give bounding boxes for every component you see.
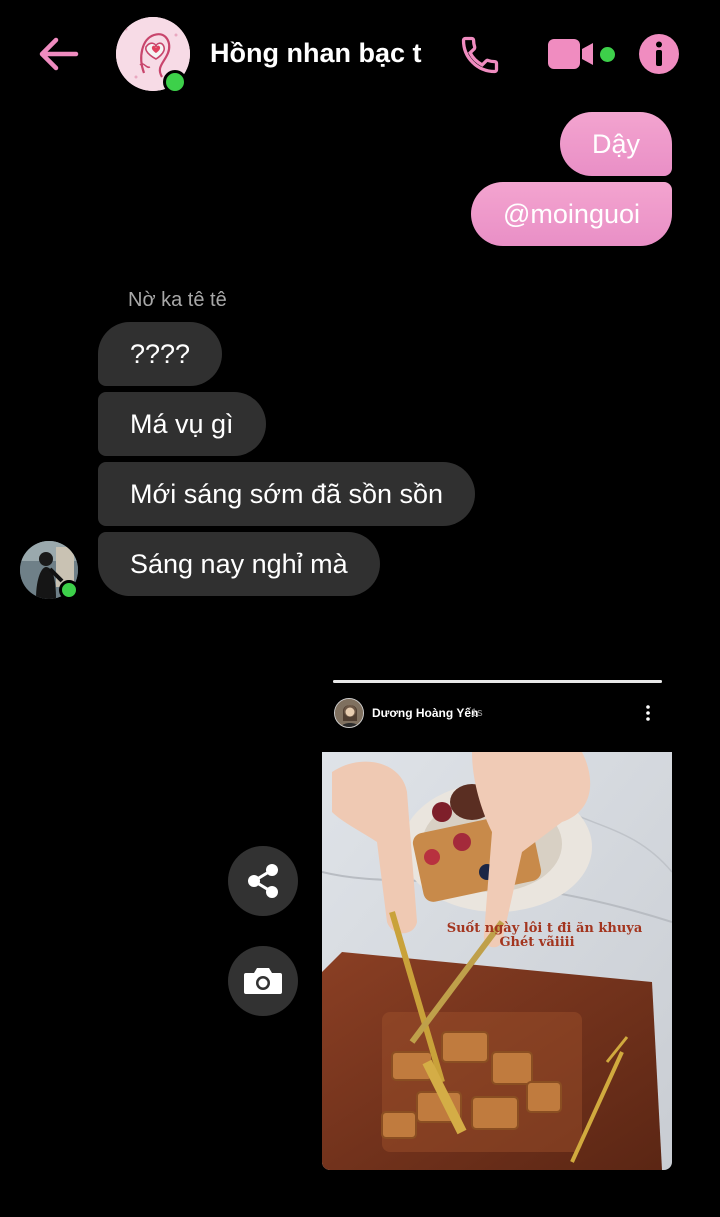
back-button[interactable] bbox=[36, 34, 80, 74]
share-icon bbox=[248, 864, 278, 898]
phone-icon bbox=[461, 36, 499, 74]
sender-online-dot bbox=[59, 580, 79, 600]
story-caption-line-1: Suốt ngày lôi t đi ăn khuya bbox=[446, 921, 643, 936]
chat-header: Hồng nhan bạc t bbox=[0, 0, 720, 110]
chat-title[interactable]: Hồng nhan bạc t bbox=[210, 38, 430, 69]
shared-story[interactable]: Dương Hoàng Yến 1s Suốt ngày lôi t đi ăn… bbox=[322, 672, 672, 1170]
voice-call-button[interactable] bbox=[458, 33, 502, 77]
incoming-message[interactable]: Sáng nay nghỉ mà bbox=[98, 532, 380, 596]
story-author-avatar bbox=[334, 698, 364, 728]
info-icon bbox=[639, 34, 679, 74]
video-camera-icon bbox=[548, 39, 593, 69]
incoming-message[interactable]: Mới sáng sớm đã sồn sồn bbox=[98, 462, 476, 526]
info-button[interactable] bbox=[638, 33, 680, 75]
sender-name: Nờ ka tê tê bbox=[128, 289, 227, 311]
story-time: 1s bbox=[471, 707, 483, 719]
story-progress-bar bbox=[333, 680, 662, 683]
outgoing-message[interactable]: Dậy bbox=[559, 112, 672, 176]
story-caption: Suốt ngày lôi t đi ăn khuya Ghét vãiiii bbox=[322, 922, 672, 950]
story-author-avatar-image bbox=[335, 699, 363, 727]
share-button[interactable] bbox=[228, 846, 298, 916]
story-progress-fill bbox=[333, 680, 662, 683]
story-photo bbox=[322, 752, 672, 1170]
incoming-message[interactable]: Má vụ gì bbox=[98, 392, 266, 456]
video-active-dot bbox=[600, 47, 615, 62]
arrow-left-icon bbox=[39, 37, 79, 71]
outgoing-message[interactable]: @moinguoi bbox=[471, 182, 672, 246]
more-vertical-icon bbox=[646, 705, 650, 721]
camera-button[interactable] bbox=[228, 946, 298, 1016]
chat-screen: Hồng nhan bạc t Dậy @moinguoi Nờ ka tê t… bbox=[0, 0, 720, 1217]
online-status-dot bbox=[163, 70, 187, 94]
video-call-button[interactable] bbox=[546, 36, 596, 72]
story-author-name: Dương Hoàng Yến bbox=[372, 706, 479, 720]
story-caption-line-2: Ghét vãiiii bbox=[499, 935, 575, 950]
incoming-message[interactable]: ???? bbox=[98, 322, 223, 386]
story-menu-button[interactable] bbox=[644, 704, 652, 722]
camera-icon bbox=[244, 968, 282, 994]
